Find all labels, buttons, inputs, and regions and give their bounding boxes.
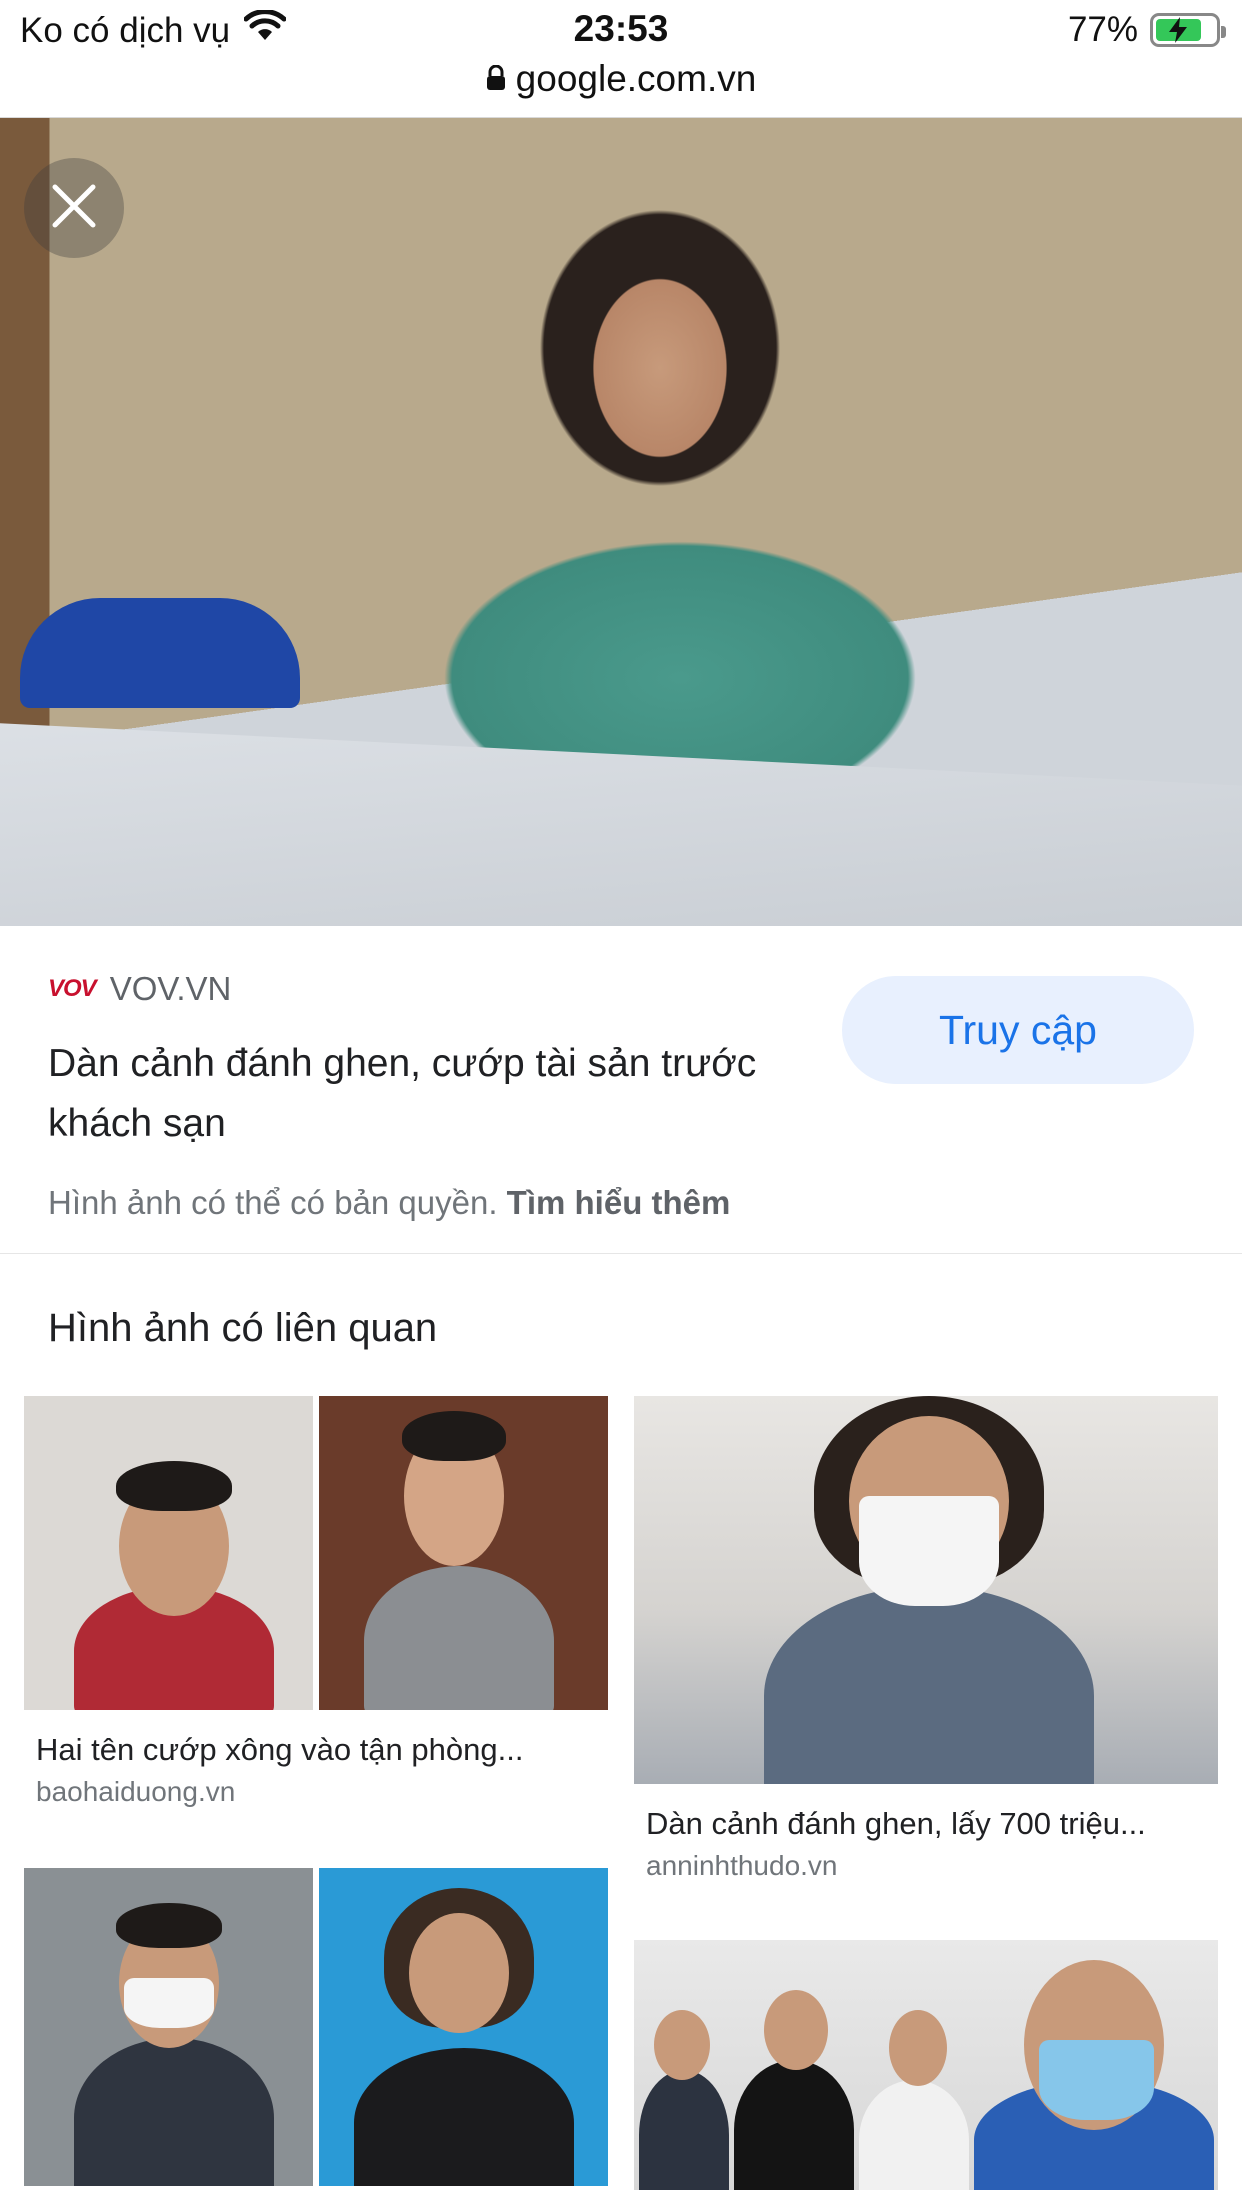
related-image-card[interactable]: Dàn cảnh đánh ghen, lấy 700 triệu... ann… — [634, 1396, 1218, 1882]
source-name: VOV.VN — [109, 970, 232, 1007]
close-icon — [51, 183, 97, 234]
related-thumbnail — [24, 1868, 608, 2186]
related-image-card[interactable] — [24, 1868, 608, 2186]
related-images-heading: Hình ảnh có liên quan — [48, 1306, 438, 1350]
related-source: anninhthudo.vn — [646, 1850, 838, 1881]
lock-icon — [486, 58, 506, 100]
copyright-notice: Hình ảnh có thể có bản quyền. Tìm hiểu t… — [48, 1184, 730, 1222]
source-logo: VOV — [48, 975, 97, 1002]
related-source: baohaiduong.vn — [36, 1776, 236, 1807]
related-image-card[interactable]: Hai tên cướp xông vào tận phòng... baoha… — [24, 1396, 608, 1808]
learn-more-link[interactable]: Tìm hiểu thêm — [507, 1184, 731, 1221]
image-title[interactable]: Dàn cảnh đánh ghen, cướp tài sản trước k… — [48, 1034, 768, 1154]
address-bar[interactable]: google.com.vn — [0, 58, 1242, 100]
close-button[interactable] — [24, 158, 124, 258]
related-thumbnail — [24, 1396, 608, 1710]
clock: 23:53 — [573, 8, 669, 49]
url-text: google.com.vn — [515, 58, 757, 99]
related-thumbnail — [634, 1940, 1218, 2190]
battery-charging-icon — [1150, 13, 1226, 47]
image-detail — [20, 598, 300, 708]
visit-button[interactable]: Truy cập — [842, 976, 1194, 1084]
related-caption: Dàn cảnh đánh ghen, lấy 700 triệu... — [646, 1806, 1146, 1841]
image-info-panel: VOV VOV.VN Dàn cảnh đánh ghen, cướp tài … — [0, 926, 1242, 1254]
related-image-card[interactable] — [634, 1940, 1218, 2190]
battery-status: 77% — [1067, 10, 1226, 50]
preview-image[interactable] — [0, 118, 1242, 926]
source-row[interactable]: VOV VOV.VN — [48, 970, 231, 1008]
battery-percent: 77% — [1067, 10, 1138, 49]
related-caption: Hai tên cướp xông vào tận phòng... — [36, 1732, 524, 1767]
status-bar: Ko có dịch vụ 23:53 77% google.com.vn — [0, 0, 1242, 118]
related-thumbnail — [634, 1396, 1218, 1784]
copyright-text: Hình ảnh có thể có bản quyền. — [48, 1184, 498, 1221]
